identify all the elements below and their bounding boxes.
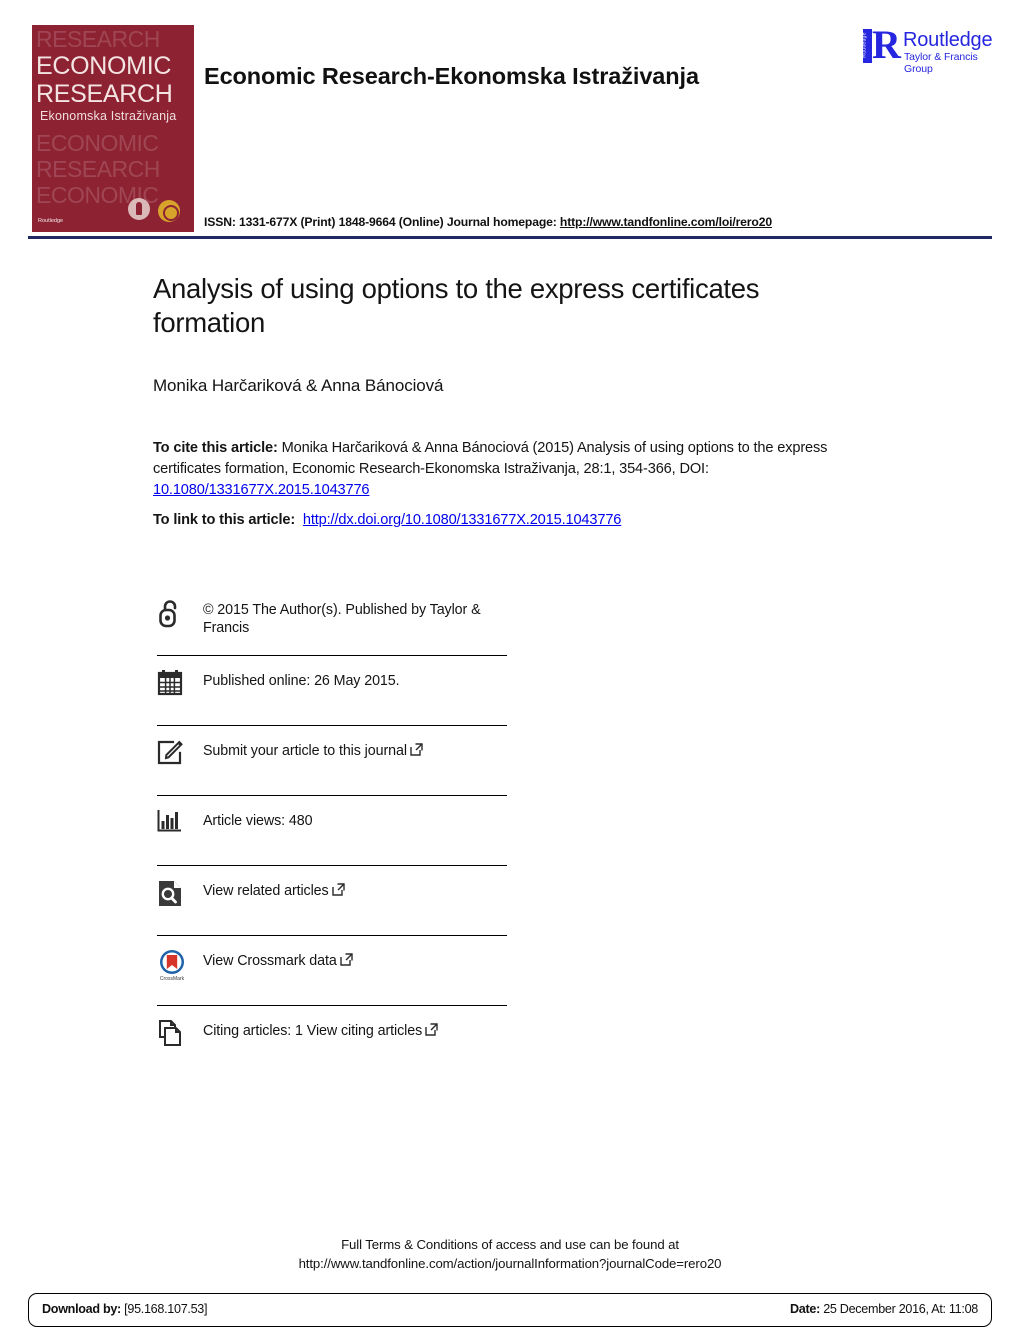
crossmark-glyph: CrossMark [160,950,185,982]
article-doi-url[interactable]: http://dx.doi.org/10.1080/1331677X.2015.… [303,512,622,528]
info-row-label: View related articles [203,883,329,899]
cover-ghost-row: RESEARCH [36,26,160,52]
calendar-icon [157,656,203,697]
info-row-label: Submit your article to this journal [203,743,407,759]
cover-title-line2: RESEARCH [36,80,173,108]
cover-emblem-spiral-icon [158,200,180,222]
cover-publisher-mark: Routledge [38,218,64,224]
download-info-bar: Download by: [95.168.107.53] Date: 25 De… [28,1293,992,1327]
document-search-glyph [159,881,181,906]
page-header: RESEARCH ECONOMIC RESEARCH Ekonomska Ist… [0,0,1020,240]
download-date: Date: 25 December 2016, At: 11:08 [790,1302,978,1316]
issn-line: ISSN: 1331-677X (Print) 1848-9664 (Onlin… [204,215,772,229]
external-link-icon[interactable] [425,1023,438,1041]
external-link-glyph [410,743,423,756]
info-row-article-views: Article views: 480 [157,795,507,865]
article-views-icon [157,796,203,833]
open-access-icon [157,586,203,629]
info-row-label: Citing articles: 1 View citing articles [203,1023,423,1039]
info-row-published-online: Published online: 26 May 2015. [157,655,507,725]
citation-block: To cite this article: Monika Harčariková… [153,438,877,501]
external-link-icon[interactable] [410,743,423,761]
calendar-glyph [157,670,183,696]
routledge-name: Routledge [903,29,993,51]
info-row-text: View Crossmark data [203,936,507,970]
info-row-text: © 2015 The Author(s). Published by Taylo… [203,602,481,636]
external-link-icon[interactable] [331,883,345,901]
routledge-logo: Routledge R Routledge Taylor & Francis G… [861,22,993,76]
external-link-glyph [340,953,353,966]
cover-ghost-row: RESEARCH [36,156,160,182]
open-access-lock-glyph [159,600,177,628]
issn-text: ISSN: 1331-677X (Print) 1848-9664 (Onlin… [204,215,560,229]
bar-chart-glyph [157,810,181,832]
header-divider [28,236,992,239]
journal-cover-image: RESEARCH ECONOMIC RESEARCH Ekonomska Ist… [32,25,194,232]
routledge-spine-text: Routledge [861,32,868,58]
external-link-glyph [425,1023,438,1036]
journal-title: Economic Research-Ekonomska Istraživanja [204,63,699,89]
citation-doi-link[interactable]: 10.1080/1331677X.2015.1043776 [153,482,370,498]
external-link-icon[interactable] [340,953,353,971]
download-date-value: 25 December 2016, At: 11:08 [820,1302,978,1316]
external-link-glyph [331,883,345,896]
link-label: To link to this article: [153,512,296,528]
info-row-related-articles[interactable]: View related articles [157,865,507,935]
article-title: Analysis of using options to the express… [153,273,760,338]
info-row-submit-article[interactable]: Submit your article to this journal [157,725,507,795]
info-row-text: Published online: 26 May 2015. [203,673,400,689]
submit-article-icon [157,726,203,767]
cover-ghost-row: ECONOMIC [36,130,159,156]
svg-text:CrossMark: CrossMark [160,976,185,982]
info-row-crossmark[interactable]: CrossMark View Crossmark data [157,935,507,1005]
info-row-text: View related articles [203,866,507,900]
info-row-text: Submit your article to this journal [203,726,507,760]
info-row-text: Citing articles: 1 View citing articles [203,1006,507,1040]
download-date-label: Date: [790,1302,820,1316]
article-info-rows: © 2015 The Author(s). Published by Taylo… [157,586,507,1075]
terms-url[interactable]: http://www.tandfonline.com/action/journa… [0,1254,1020,1273]
related-articles-icon [157,866,203,909]
citing-articles-icon [157,1006,203,1049]
pencil-square-glyph [157,740,183,765]
download-by: Download by: [95.168.107.53] [42,1302,208,1316]
routledge-spine: Routledge [861,29,872,63]
terms-and-conditions: Full Terms & Conditions of access and us… [0,1235,1020,1273]
journal-homepage-link[interactable]: http://www.tandfonline.com/loi/rero20 [560,215,772,229]
citation-label: To cite this article: [153,440,278,456]
download-by-label: Download by: [42,1302,121,1316]
info-row-text: Article views: 480 [203,813,313,829]
download-by-value: [95.168.107.53] [120,1302,208,1316]
crossmark-icon: CrossMark [157,936,203,983]
routledge-tagline: Taylor & Francis Group [904,51,978,75]
info-row-label: View Crossmark data [203,953,337,969]
terms-line-1: Full Terms & Conditions of access and us… [341,1237,679,1252]
cover-title-line1: ECONOMIC [36,52,172,80]
cover-emblem-penguin-icon [128,198,150,220]
article-authors: Monika Harčariková & Anna Bánociová [153,376,444,395]
cover-subtitle: Ekonomska Istraživanja [40,109,177,123]
link-block: To link to this article: http://dx.doi.o… [153,510,621,531]
info-row-open-access: © 2015 The Author(s). Published by Taylo… [157,586,507,655]
info-row-citing-articles[interactable]: Citing articles: 1 View citing articles [157,1005,507,1075]
routledge-r-mark: R [872,22,901,67]
stacked-documents-glyph [159,1020,181,1046]
